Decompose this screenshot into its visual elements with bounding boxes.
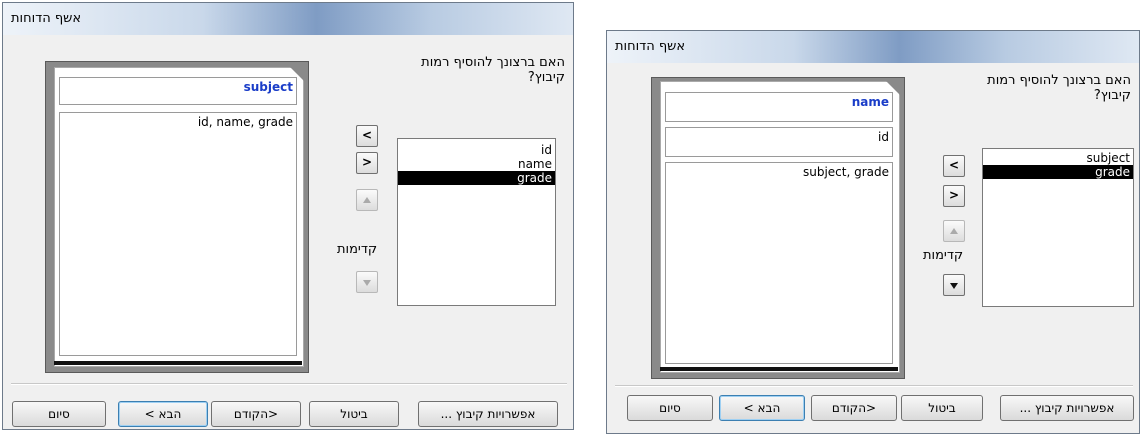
left-priority-down-button[interactable] [356,271,378,293]
left-priority-up-button[interactable] [356,189,378,211]
right-report-wizard-dialog: אשף הדוחות האם ברצונך להוסיף רמות קיבוץ?… [606,30,1140,434]
list-item[interactable]: name [398,157,555,171]
arrow-up-icon [363,197,371,203]
left-separator [11,383,567,385]
right-priority-down-button[interactable] [943,274,965,296]
left-preview-group-subject: subject [59,77,297,105]
right-remove-group-button[interactable]: > [943,185,965,207]
arrow-down-icon [950,283,958,289]
list-item-selected[interactable]: grade [398,171,555,185]
left-title-bar: אשף הדוחות [3,3,573,35]
arrow-down-icon [363,280,371,286]
right-preview-page: name id subject, grade [660,81,900,373]
left-preview-page: subject id, name, grade [54,67,304,367]
left-grouping-preview: subject id, name, grade [45,61,309,373]
right-add-group-button[interactable]: < [943,155,965,177]
right-preview-group-name: name [665,92,893,122]
left-add-group-button[interactable]: < [356,125,378,147]
left-priority-label: קדימות [337,242,378,257]
right-cancel-button[interactable]: ביטול [901,395,983,421]
list-item[interactable]: id [398,143,555,157]
left-preview-detail: id, name, grade [59,112,297,356]
right-next-button[interactable]: הבא > [719,395,805,421]
left-cancel-button[interactable]: ביטול [309,401,399,427]
right-question-text: האם ברצונך להוסיף רמות קיבוץ? [987,73,1131,103]
right-grouping-preview: name id subject, grade [651,77,905,379]
right-preview-group-id: id [665,127,893,157]
left-grouping-options-button[interactable]: אפשרויות קיבוץ ... [418,401,558,427]
left-remove-group-button[interactable]: > [356,152,378,174]
right-title-bar: אשף הדוחות [607,31,1139,63]
right-priority-up-button[interactable] [943,220,965,242]
right-preview-bottom-bar [660,367,898,371]
right-finish-button[interactable]: סיום [627,395,713,421]
left-finish-button[interactable]: סיום [12,401,106,427]
left-back-button[interactable]: <הקודם [211,401,301,427]
right-separator [615,385,1133,387]
left-next-button[interactable]: הבא > [118,401,208,427]
right-priority-label: קדימות [923,248,964,263]
left-question-text: האם ברצונך להוסיף רמות קיבוץ? [421,55,565,85]
left-report-wizard-dialog: אשף הדוחות האם ברצונך להוסיף רמות קיבוץ?… [2,2,574,430]
list-item-selected[interactable]: grade [983,165,1133,179]
list-item[interactable]: subject [983,151,1133,165]
left-dialog-title: אשף הדוחות [11,11,82,26]
right-preview-detail: subject, grade [665,162,893,364]
right-grouping-options-button[interactable]: אפשרויות קיבוץ ... [1000,395,1134,421]
right-available-fields-list[interactable]: subject grade [982,148,1134,307]
right-dialog-title: אשף הדוחות [615,39,686,54]
right-back-button[interactable]: <הקודם [811,395,897,421]
arrow-up-icon [950,228,958,234]
left-available-fields-list[interactable]: id name grade [397,138,556,306]
left-preview-bottom-bar [54,361,302,365]
